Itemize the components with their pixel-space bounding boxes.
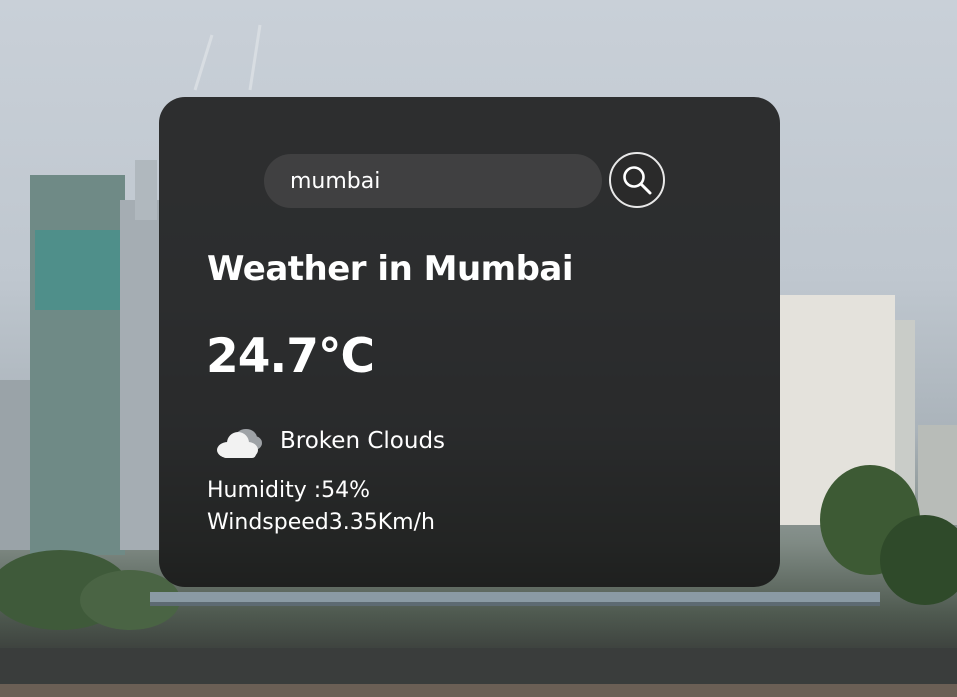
search-icon (623, 166, 652, 195)
broken-clouds-icon (217, 429, 262, 458)
weather-condition: Broken Clouds (280, 428, 446, 454)
search-button[interactable] (609, 152, 665, 208)
weather-card: Weather in Mumbai 24.7°C Broken Clouds H… (159, 97, 780, 587)
search-field-container (264, 154, 602, 208)
windspeed-text: Windspeed3.35Km/h (207, 510, 435, 535)
temperature: 24.7°C (206, 329, 375, 384)
humidity-text: Humidity :54% (207, 478, 371, 503)
city-title: Weather in Mumbai (207, 249, 574, 289)
search-input[interactable] (264, 154, 602, 208)
